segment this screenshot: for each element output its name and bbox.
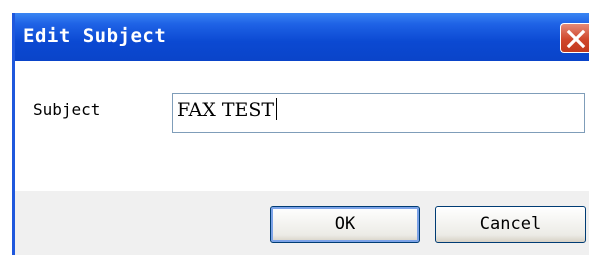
dialog-title: Edit Subject: [23, 25, 167, 47]
cancel-button[interactable]: Cancel: [435, 206, 586, 243]
edit-subject-dialog: Edit Subject Subject FAX TEST OK Cancel: [12, 13, 589, 255]
close-icon: [566, 29, 586, 49]
close-button[interactable]: [560, 23, 589, 53]
subject-input[interactable]: FAX TEST: [172, 93, 585, 133]
title-bar[interactable]: Edit Subject: [15, 13, 589, 61]
dialog-footer: OK Cancel: [15, 191, 589, 255]
dialog-body: Subject FAX TEST: [15, 61, 589, 191]
subject-label: Subject: [33, 100, 101, 119]
ok-button[interactable]: OK: [270, 206, 420, 243]
subject-input-value: FAX TEST: [177, 99, 275, 121]
text-caret: [276, 98, 278, 120]
